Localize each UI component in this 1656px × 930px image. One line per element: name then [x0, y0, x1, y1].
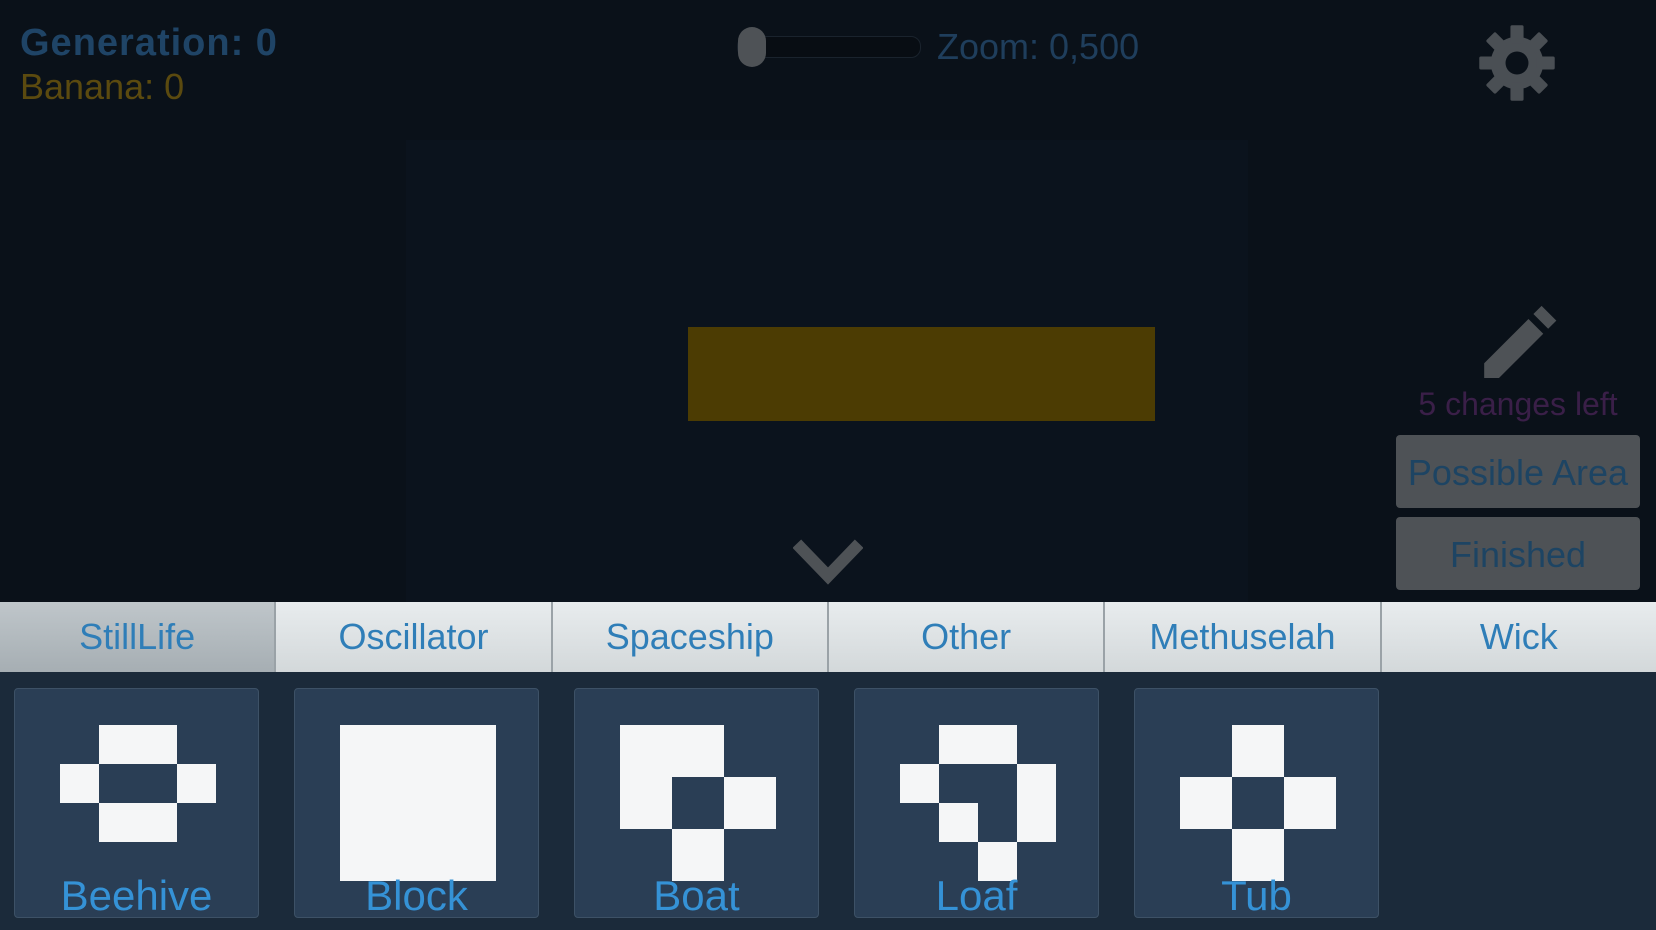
tab-wick[interactable]: Wick	[1381, 602, 1656, 672]
pattern-cell	[1232, 725, 1284, 777]
chevron-down-icon[interactable]	[792, 538, 864, 588]
zoom-slider-knob[interactable]	[738, 27, 766, 67]
tab-stilllife[interactable]: StillLife	[0, 602, 277, 672]
pattern-cell	[1017, 764, 1056, 842]
banana-block	[688, 327, 1155, 421]
pattern-cell	[60, 764, 99, 803]
pattern-cell	[620, 777, 672, 829]
zoom-label: Zoom: 0,500	[937, 26, 1140, 67]
pattern-category-tabs: StillLife Oscillator Spaceship Other Met…	[0, 602, 1656, 672]
pattern-cell	[340, 725, 496, 881]
finished-button[interactable]: Finished	[1396, 517, 1640, 590]
banana-counter: Banana: 0	[20, 66, 185, 107]
pattern-card-tub[interactable]: Tub	[1134, 688, 1379, 918]
pattern-cell	[620, 725, 724, 777]
pattern-card-beehive[interactable]: Beehive	[14, 688, 259, 918]
pattern-card-boat[interactable]: Boat	[574, 688, 819, 918]
tab-oscillator[interactable]: Oscillator	[276, 602, 553, 672]
changes-left-label: 5 changes left	[1418, 386, 1618, 422]
gear-icon[interactable]	[1476, 22, 1558, 104]
zoom-slider[interactable]	[737, 27, 921, 67]
pattern-cell	[724, 777, 776, 829]
pattern-card-label: Block	[365, 872, 468, 919]
pattern-cell	[939, 803, 978, 842]
tab-spaceship[interactable]: Spaceship	[552, 602, 829, 672]
pattern-card-label: Loaf	[935, 872, 1018, 919]
pattern-cell	[99, 725, 177, 764]
possible-area-button[interactable]: Possible Area	[1396, 435, 1640, 508]
pattern-cell	[1180, 777, 1232, 829]
pattern-cell	[177, 764, 216, 803]
pattern-card-loaf[interactable]: Loaf	[854, 688, 1099, 918]
pattern-card-label: Boat	[653, 872, 740, 919]
tab-other[interactable]: Other	[828, 602, 1106, 672]
pattern-cell	[900, 764, 939, 803]
pattern-cell	[99, 803, 177, 842]
pattern-cell	[939, 725, 1017, 764]
pattern-cell	[1284, 777, 1336, 829]
pattern-card-block[interactable]: Block	[294, 688, 539, 918]
pattern-card-label: Tub	[1221, 872, 1292, 919]
tab-methuselah[interactable]: Methuselah	[1105, 602, 1382, 672]
generation-counter: Generation: 0	[20, 22, 278, 64]
pattern-card-label: Beehive	[60, 872, 213, 919]
pencil-icon[interactable]	[1476, 296, 1558, 378]
